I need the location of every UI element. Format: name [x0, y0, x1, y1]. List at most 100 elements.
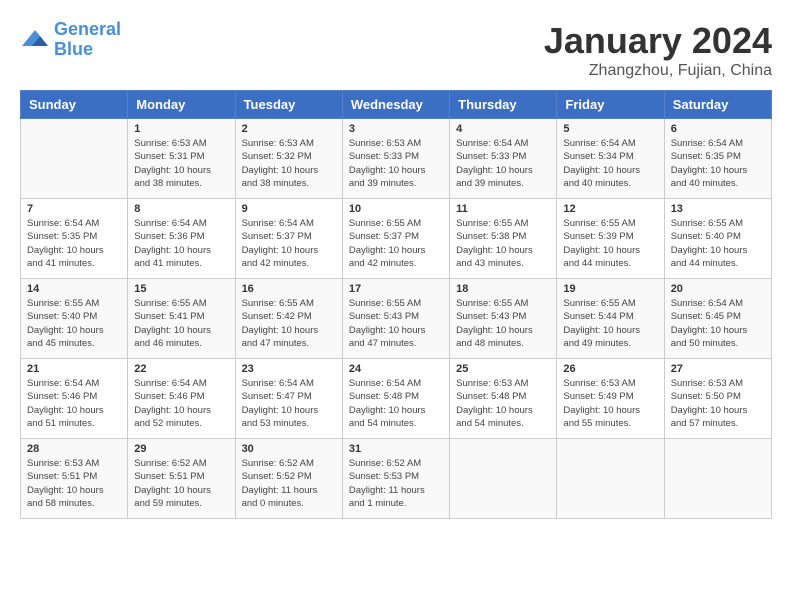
day-number: 24: [349, 363, 443, 375]
day-number: 2: [242, 123, 336, 135]
day-info: Sunrise: 6:52 AM Sunset: 5:51 PM Dayligh…: [134, 457, 228, 510]
calendar-subtitle: Zhangzhou, Fujian, China: [544, 62, 772, 80]
day-cell: 6 Sunrise: 6:54 AM Sunset: 5:35 PM Daylig…: [664, 119, 771, 199]
day-info: Sunrise: 6:54 AM Sunset: 5:37 PM Dayligh…: [242, 217, 336, 270]
day-info: Sunrise: 6:52 AM Sunset: 5:52 PM Dayligh…: [242, 457, 336, 510]
header: General Blue January 2024 Zhangzhou, Fuj…: [20, 20, 772, 80]
day-cell: 27Sunrise: 6:53 AM Sunset: 5:50 PM Dayli…: [664, 359, 771, 439]
day-cell: 4 Sunrise: 6:54 AM Sunset: 5:33 PM Daylig…: [450, 119, 557, 199]
day-cell: 2 Sunrise: 6:53 AM Sunset: 5:32 PM Daylig…: [235, 119, 342, 199]
day-number: 6: [671, 123, 765, 135]
day-info: Sunrise: 6:53 AM Sunset: 5:51 PM Dayligh…: [27, 457, 121, 510]
calendar-header: SundayMondayTuesdayWednesdayThursdayFrid…: [21, 91, 772, 119]
day-info: Sunrise: 6:53 AM Sunset: 5:31 PM Dayligh…: [134, 137, 228, 190]
day-number: 10: [349, 203, 443, 215]
day-info: Sunrise: 6:55 AM Sunset: 5:40 PM Dayligh…: [671, 217, 765, 270]
day-number: 22: [134, 363, 228, 375]
day-cell: 20Sunrise: 6:54 AM Sunset: 5:45 PM Dayli…: [664, 279, 771, 359]
day-info: Sunrise: 6:55 AM Sunset: 5:40 PM Dayligh…: [27, 297, 121, 350]
day-cell: 24 Sunrise: 6:54 AM Sunset: 5:48 PM Dayli…: [342, 359, 449, 439]
day-number: 9: [242, 203, 336, 215]
day-cell: [21, 119, 128, 199]
day-number: 21: [27, 363, 121, 375]
calendar-body: 1 Sunrise: 6:53 AM Sunset: 5:31 PM Daylig…: [21, 119, 772, 519]
header-cell-saturday: Saturday: [664, 91, 771, 119]
day-cell: 15Sunrise: 6:55 AM Sunset: 5:41 PM Dayli…: [128, 279, 235, 359]
day-cell: 16Sunrise: 6:55 AM Sunset: 5:42 PM Dayli…: [235, 279, 342, 359]
day-info: Sunrise: 6:54 AM Sunset: 5:35 PM Dayligh…: [671, 137, 765, 190]
day-number: 1: [134, 123, 228, 135]
day-number: 18: [456, 283, 550, 295]
day-info: Sunrise: 6:53 AM Sunset: 5:33 PM Dayligh…: [349, 137, 443, 190]
day-info: Sunrise: 6:55 AM Sunset: 5:43 PM Dayligh…: [456, 297, 550, 350]
day-number: 8: [134, 203, 228, 215]
header-cell-sunday: Sunday: [21, 91, 128, 119]
day-info: Sunrise: 6:54 AM Sunset: 5:36 PM Dayligh…: [134, 217, 228, 270]
logo-general: General: [54, 19, 121, 39]
day-info: Sunrise: 6:55 AM Sunset: 5:37 PM Dayligh…: [349, 217, 443, 270]
calendar-title: January 2024: [544, 20, 772, 62]
day-cell: 26Sunrise: 6:53 AM Sunset: 5:49 PM Dayli…: [557, 359, 664, 439]
day-info: Sunrise: 6:55 AM Sunset: 5:42 PM Dayligh…: [242, 297, 336, 350]
day-info: Sunrise: 6:54 AM Sunset: 5:46 PM Dayligh…: [27, 377, 121, 430]
day-cell: 11 Sunrise: 6:55 AM Sunset: 5:38 PM Dayli…: [450, 199, 557, 279]
title-area: January 2024 Zhangzhou, Fujian, China: [544, 20, 772, 80]
day-cell: 29 Sunrise: 6:52 AM Sunset: 5:51 PM Dayli…: [128, 439, 235, 519]
week-row-2: 7Sunrise: 6:54 AM Sunset: 5:35 PM Daylig…: [21, 199, 772, 279]
week-row-5: 28Sunrise: 6:53 AM Sunset: 5:51 PM Dayli…: [21, 439, 772, 519]
day-cell: 19 Sunrise: 6:55 AM Sunset: 5:44 PM Dayli…: [557, 279, 664, 359]
day-number: 23: [242, 363, 336, 375]
day-number: 20: [671, 283, 765, 295]
day-cell: 23Sunrise: 6:54 AM Sunset: 5:47 PM Dayli…: [235, 359, 342, 439]
day-number: 12: [563, 203, 657, 215]
day-number: 5: [563, 123, 657, 135]
day-cell: 21 Sunrise: 6:54 AM Sunset: 5:46 PM Dayli…: [21, 359, 128, 439]
day-cell: 9 Sunrise: 6:54 AM Sunset: 5:37 PM Daylig…: [235, 199, 342, 279]
day-info: Sunrise: 6:54 AM Sunset: 5:46 PM Dayligh…: [134, 377, 228, 430]
day-info: Sunrise: 6:55 AM Sunset: 5:38 PM Dayligh…: [456, 217, 550, 270]
day-cell: 22 Sunrise: 6:54 AM Sunset: 5:46 PM Dayli…: [128, 359, 235, 439]
logo-blue: Blue: [54, 39, 93, 59]
day-cell: 8 Sunrise: 6:54 AM Sunset: 5:36 PM Daylig…: [128, 199, 235, 279]
header-cell-wednesday: Wednesday: [342, 91, 449, 119]
day-number: 29: [134, 443, 228, 455]
day-cell: [450, 439, 557, 519]
header-cell-monday: Monday: [128, 91, 235, 119]
logo-icon: [20, 28, 50, 52]
day-number: 25: [456, 363, 550, 375]
logo-text: General Blue: [54, 20, 121, 60]
week-row-4: 21 Sunrise: 6:54 AM Sunset: 5:46 PM Dayli…: [21, 359, 772, 439]
day-number: 17: [349, 283, 443, 295]
day-cell: 30 Sunrise: 6:52 AM Sunset: 5:52 PM Dayli…: [235, 439, 342, 519]
day-number: 31: [349, 443, 443, 455]
day-info: Sunrise: 6:54 AM Sunset: 5:33 PM Dayligh…: [456, 137, 550, 190]
day-cell: 1 Sunrise: 6:53 AM Sunset: 5:31 PM Daylig…: [128, 119, 235, 199]
day-info: Sunrise: 6:54 AM Sunset: 5:48 PM Dayligh…: [349, 377, 443, 430]
day-cell: 18 Sunrise: 6:55 AM Sunset: 5:43 PM Dayli…: [450, 279, 557, 359]
calendar-table: SundayMondayTuesdayWednesdayThursdayFrid…: [20, 90, 772, 519]
week-row-1: 1 Sunrise: 6:53 AM Sunset: 5:31 PM Daylig…: [21, 119, 772, 199]
day-number: 3: [349, 123, 443, 135]
day-cell: 5 Sunrise: 6:54 AM Sunset: 5:34 PM Daylig…: [557, 119, 664, 199]
day-number: 14: [27, 283, 121, 295]
day-number: 11: [456, 203, 550, 215]
day-cell: 10 Sunrise: 6:55 AM Sunset: 5:37 PM Dayli…: [342, 199, 449, 279]
day-cell: 31Sunrise: 6:52 AM Sunset: 5:53 PM Dayli…: [342, 439, 449, 519]
day-number: 19: [563, 283, 657, 295]
day-info: Sunrise: 6:55 AM Sunset: 5:44 PM Dayligh…: [563, 297, 657, 350]
day-cell: 7Sunrise: 6:54 AM Sunset: 5:35 PM Daylig…: [21, 199, 128, 279]
day-number: 30: [242, 443, 336, 455]
day-number: 7: [27, 203, 121, 215]
day-info: Sunrise: 6:53 AM Sunset: 5:49 PM Dayligh…: [563, 377, 657, 430]
day-info: Sunrise: 6:53 AM Sunset: 5:32 PM Dayligh…: [242, 137, 336, 190]
day-cell: 3 Sunrise: 6:53 AM Sunset: 5:33 PM Daylig…: [342, 119, 449, 199]
day-cell: [664, 439, 771, 519]
day-number: 13: [671, 203, 765, 215]
logo: General Blue: [20, 20, 121, 60]
day-cell: 17 Sunrise: 6:55 AM Sunset: 5:43 PM Dayli…: [342, 279, 449, 359]
day-info: Sunrise: 6:54 AM Sunset: 5:34 PM Dayligh…: [563, 137, 657, 190]
header-cell-thursday: Thursday: [450, 91, 557, 119]
day-number: 4: [456, 123, 550, 135]
day-info: Sunrise: 6:55 AM Sunset: 5:43 PM Dayligh…: [349, 297, 443, 350]
day-number: 27: [671, 363, 765, 375]
